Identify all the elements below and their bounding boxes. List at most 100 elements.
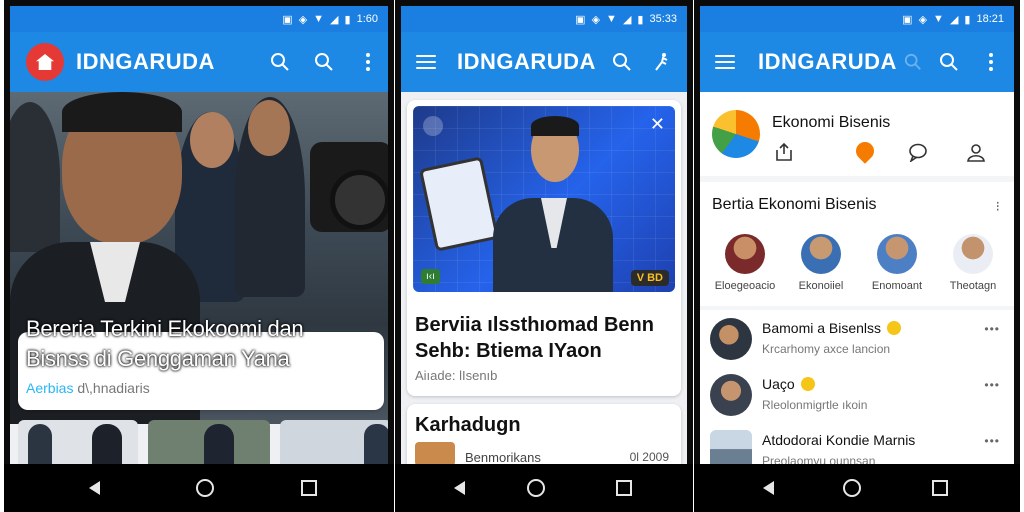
more-vertical-icon[interactable] bbox=[976, 32, 1006, 92]
thumbnail-3[interactable] bbox=[280, 420, 388, 464]
news-title-text: Uaço bbox=[762, 376, 795, 392]
section-title: Bertia Ekonomi Bisenis bbox=[712, 196, 877, 213]
screen-2: ▣ ◈ ▼ ◢ ▮ 35:33 IDNGARUDA ✕ ı‹ı V BD Ber… bbox=[401, 6, 687, 464]
hero-title[interactable]: Bereria Terkini Ekokoomi dan Bisnss di G… bbox=[26, 314, 366, 374]
news-title: Uaço bbox=[762, 376, 815, 392]
screen-3: ▣ ◈ ▼ ◢ ▮ 18:21 IDNGARUDA Ekonomi Biseni… bbox=[700, 6, 1014, 464]
back-icon[interactable] bbox=[74, 464, 114, 512]
video-info-icon[interactable] bbox=[423, 116, 443, 136]
more-horizontal-icon[interactable]: ••• bbox=[984, 378, 1000, 392]
system-nav-bar bbox=[694, 464, 1020, 512]
phone-3: ▣ ◈ ▼ ◢ ▮ 18:21 IDNGARUDA Ekonomi Biseni… bbox=[694, 0, 1020, 512]
person-name: Ekonoiiel bbox=[798, 280, 844, 292]
comment-icon[interactable] bbox=[908, 142, 928, 167]
recents-icon[interactable] bbox=[289, 464, 329, 512]
app-brand: IDNGARUDA bbox=[758, 49, 897, 74]
video-badge-left: ı‹ı bbox=[421, 269, 440, 284]
app-bar: IDNGARUDA bbox=[401, 32, 687, 92]
crowd-face bbox=[248, 100, 290, 156]
presenter-hair bbox=[531, 116, 579, 136]
news-title-text: Bamomi a Bisenlss bbox=[762, 320, 882, 336]
app-logo[interactable] bbox=[26, 43, 64, 81]
thumb-person bbox=[364, 424, 388, 464]
recents-icon[interactable] bbox=[920, 464, 960, 512]
more-vertical-icon[interactable] bbox=[353, 32, 383, 92]
thumb-person bbox=[28, 424, 52, 464]
people-row: Eloegeoacio Ekonoiiel Enomoant Theotagn bbox=[706, 234, 1008, 304]
row-text[interactable]: Benmorikans bbox=[465, 450, 541, 464]
home-icon[interactable] bbox=[832, 464, 872, 512]
crowd-face bbox=[190, 112, 234, 168]
status-time: 1:60 bbox=[356, 13, 378, 25]
video-thumbnail[interactable]: ✕ ı‹ı V BD bbox=[413, 106, 675, 292]
thumb-person bbox=[92, 424, 122, 464]
home-icon[interactable] bbox=[185, 464, 225, 512]
person-item[interactable]: Ekonoiiel bbox=[786, 234, 856, 292]
battery-icon: ▮ bbox=[637, 13, 644, 26]
news-thumb bbox=[710, 374, 752, 416]
search-icon[interactable] bbox=[934, 32, 964, 92]
news-item[interactable]: Uaço Rleolonmigrtle ıkoin ••• bbox=[700, 370, 1014, 422]
crowd-person bbox=[10, 102, 60, 252]
close-icon[interactable]: ✕ bbox=[650, 114, 665, 135]
phone-2: ▣ ◈ ▼ ◢ ▮ 35:33 IDNGARUDA ✕ ı‹ı V BD Ber… bbox=[395, 0, 693, 512]
search-icon[interactable] bbox=[607, 32, 637, 92]
signal-icon: ◢ bbox=[330, 13, 339, 26]
search-icon[interactable] bbox=[898, 32, 928, 92]
emoji-icon bbox=[800, 377, 815, 391]
news-item[interactable]: Bamomi a Bisenlss Krcarhomy axce lancion… bbox=[700, 314, 1014, 366]
accessibility-icon[interactable] bbox=[647, 32, 677, 92]
image-icon: ▣ bbox=[282, 13, 293, 26]
featured-title[interactable]: Berviia ılssthıomad Benn Sehb: Btiema IY… bbox=[415, 312, 675, 364]
app-brand: IDNGARUDA bbox=[76, 49, 215, 74]
person-name: Enomoant bbox=[871, 280, 923, 292]
main-person-hair bbox=[62, 92, 182, 132]
notification-icon: ◈ bbox=[591, 13, 601, 26]
screen-1: ▣ ◈ ▼ ◢ ▮ 1:60 IDNGARUDA Bereria Terkini… bbox=[10, 6, 388, 464]
thumbnail-1[interactable] bbox=[18, 420, 138, 464]
wifi-icon: ▼ bbox=[606, 13, 617, 25]
hero-meta-source[interactable]: Aerbias bbox=[26, 380, 73, 396]
system-nav-bar bbox=[4, 464, 394, 512]
profile-icon[interactable] bbox=[966, 142, 986, 167]
news-title: Bamomi a Bisenlss bbox=[762, 320, 901, 336]
menu-icon[interactable] bbox=[411, 32, 441, 92]
phone-1: ▣ ◈ ▼ ◢ ▮ 1:60 IDNGARUDA Bereria Terkini… bbox=[4, 0, 394, 512]
back-icon[interactable] bbox=[439, 464, 479, 512]
search-icon[interactable] bbox=[309, 32, 339, 92]
news-subtitle: Preolaomyu ounnsan bbox=[762, 454, 876, 464]
recents-icon[interactable] bbox=[604, 464, 644, 512]
row-date: 0l 2009 bbox=[629, 450, 669, 464]
menu-icon[interactable] bbox=[710, 32, 740, 92]
status-time: 18:21 bbox=[976, 13, 1004, 25]
row-thumbnail[interactable] bbox=[415, 442, 455, 464]
app-bar: IDNGARUDA bbox=[10, 32, 388, 92]
back-icon[interactable] bbox=[748, 464, 788, 512]
app-bar: IDNGARUDA bbox=[700, 32, 1014, 92]
camera-lens bbox=[330, 170, 388, 230]
signal-icon: ◢ bbox=[949, 13, 959, 26]
thumb-person bbox=[204, 424, 234, 464]
status-bar: ▣ ◈ ▼ ◢ ▮ 1:60 bbox=[10, 6, 388, 32]
battery-icon: ▮ bbox=[344, 13, 351, 26]
system-nav-bar bbox=[395, 464, 693, 512]
person-item[interactable]: Theotagn bbox=[938, 234, 1008, 292]
person-item[interactable]: Eloegeoacio bbox=[710, 234, 780, 292]
thumbnail-2[interactable] bbox=[148, 420, 270, 464]
battery-icon: ▮ bbox=[964, 13, 971, 26]
section-more-icon[interactable]: ⁝ bbox=[996, 198, 1000, 215]
featured-meta: Aiıade: lIsenıb bbox=[415, 368, 498, 383]
person-avatar bbox=[953, 234, 993, 274]
news-title: Atdodorai Kondie Marnis bbox=[762, 432, 916, 448]
house-icon bbox=[36, 54, 54, 70]
wifi-icon: ▼ bbox=[313, 13, 325, 25]
news-subtitle: Krcarhomy axce lancion bbox=[762, 342, 891, 356]
home-icon[interactable] bbox=[516, 464, 556, 512]
share-icon[interactable] bbox=[774, 142, 794, 167]
person-item[interactable]: Enomoant bbox=[862, 234, 932, 292]
channel-logo[interactable] bbox=[712, 110, 760, 158]
more-horizontal-icon[interactable]: ••• bbox=[984, 434, 1000, 448]
news-item[interactable]: Atdodorai Kondie Marnis Preolaomyu ounns… bbox=[700, 426, 1014, 464]
more-horizontal-icon[interactable]: ••• bbox=[984, 322, 1000, 336]
search-icon[interactable] bbox=[265, 32, 295, 92]
